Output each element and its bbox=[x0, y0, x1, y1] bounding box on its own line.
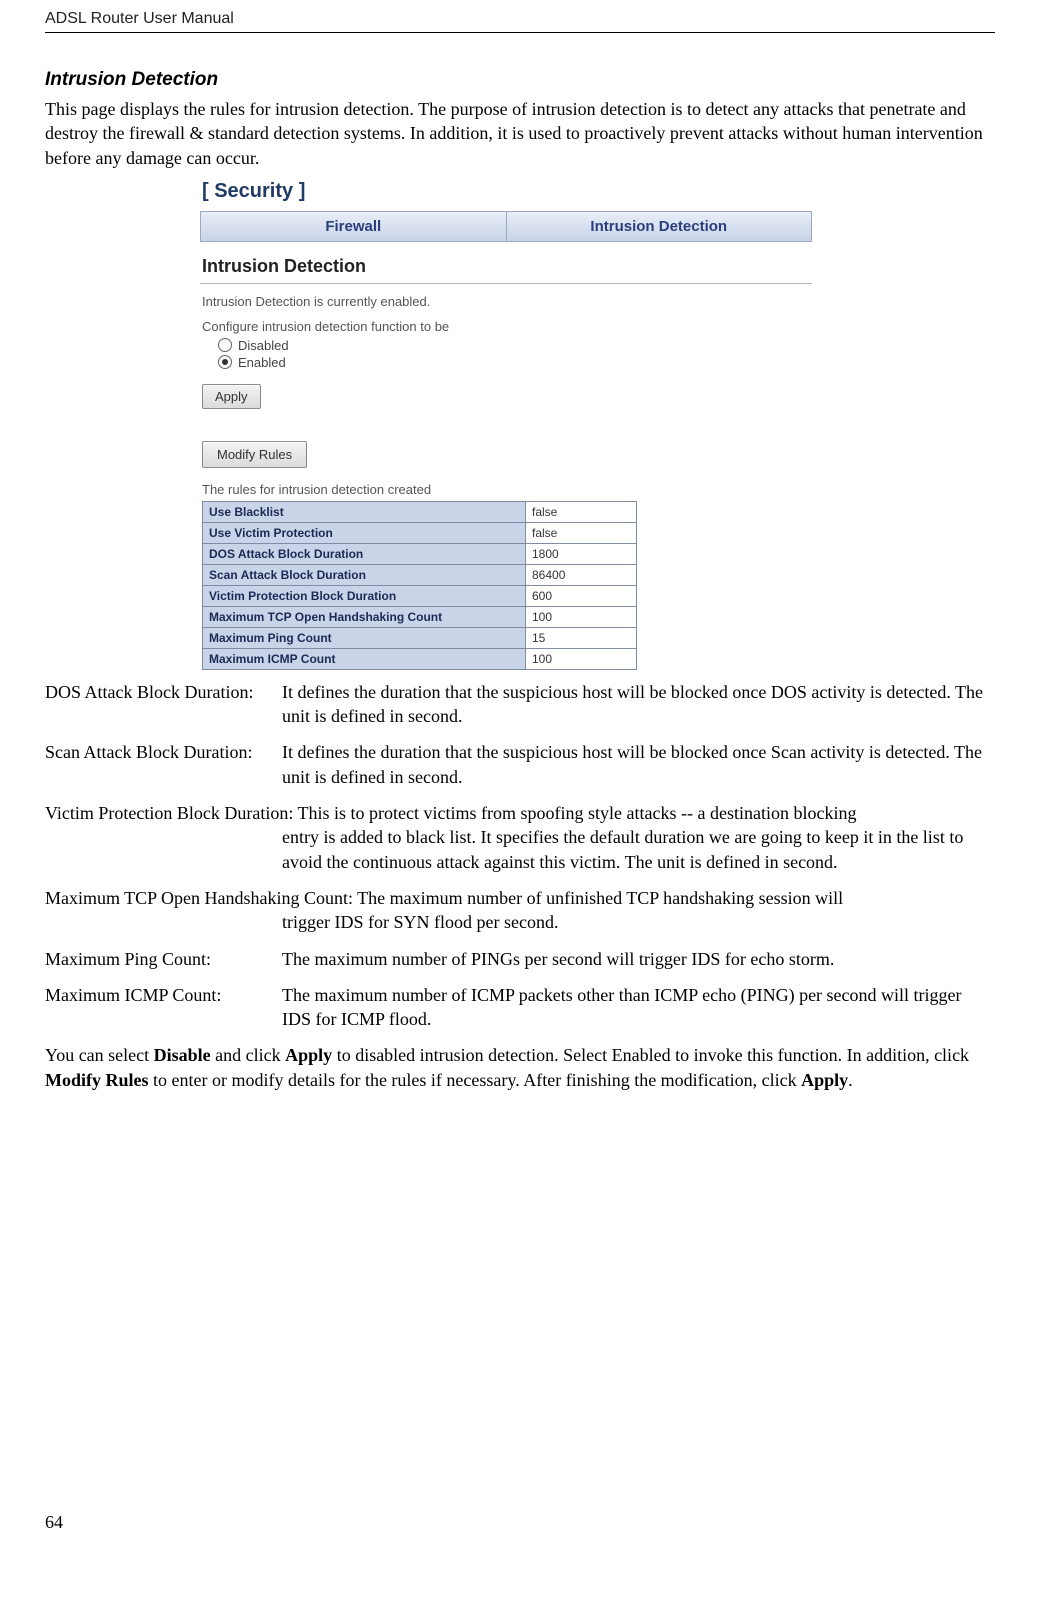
screenshot-region: [ Security ] Firewall Intrusion Detectio… bbox=[200, 176, 812, 670]
radio-enabled-row[interactable]: Enabled bbox=[218, 355, 810, 370]
definition-scan: Scan Attack Block Duration: It defines t… bbox=[45, 740, 995, 789]
definition-continuation: entry is added to black list. It specifi… bbox=[282, 825, 995, 874]
table-row: Maximum ICMP Count100 bbox=[203, 648, 637, 669]
rules-table: Use Blacklistfalse Use Victim Protection… bbox=[202, 501, 637, 670]
rule-key: Maximum Ping Count bbox=[203, 627, 526, 648]
radio-icon[interactable] bbox=[218, 338, 232, 352]
section-heading: Intrusion Detection bbox=[45, 69, 995, 91]
rule-value: 86400 bbox=[526, 564, 637, 585]
definition-desc: It defines the duration that the suspici… bbox=[282, 680, 995, 729]
radio-disabled-label: Disabled bbox=[238, 338, 289, 353]
screenshot-subheading: Intrusion Detection bbox=[200, 242, 812, 284]
rule-value: false bbox=[526, 501, 637, 522]
closing-paragraph: You can select Disable and click Apply t… bbox=[45, 1043, 995, 1092]
definition-ping: Maximum Ping Count: The maximum number o… bbox=[45, 947, 995, 971]
table-row: Maximum TCP Open Handshaking Count100 bbox=[203, 606, 637, 627]
definition-first-line: Maximum TCP Open Handshaking Count: The … bbox=[45, 888, 843, 908]
table-row: Maximum Ping Count15 bbox=[203, 627, 637, 648]
rule-key: Maximum ICMP Count bbox=[203, 648, 526, 669]
radio-icon[interactable] bbox=[218, 355, 232, 369]
definition-term: Scan Attack Block Duration: bbox=[45, 740, 282, 789]
page-number: 64 bbox=[45, 1512, 995, 1533]
table-row: Use Victim Protectionfalse bbox=[203, 522, 637, 543]
tab-bar: Firewall Intrusion Detection bbox=[200, 211, 812, 242]
tab-firewall[interactable]: Firewall bbox=[201, 212, 507, 241]
rule-value: false bbox=[526, 522, 637, 543]
rule-value: 15 bbox=[526, 627, 637, 648]
running-header: ADSL Router User Manual bbox=[45, 10, 995, 33]
rule-key: Use Victim Protection bbox=[203, 522, 526, 543]
tab-intrusion-detection[interactable]: Intrusion Detection bbox=[507, 212, 812, 241]
modify-rules-button[interactable]: Modify Rules bbox=[202, 441, 307, 468]
rule-value: 1800 bbox=[526, 543, 637, 564]
definition-desc: It defines the duration that the suspici… bbox=[282, 740, 995, 789]
radio-disabled-row[interactable]: Disabled bbox=[218, 338, 810, 353]
definition-desc: The maximum number of ICMP packets other… bbox=[282, 983, 995, 1032]
definition-victim: Victim Protection Block Duration: This i… bbox=[45, 801, 995, 874]
radio-enabled-label: Enabled bbox=[238, 355, 286, 370]
table-row: Scan Attack Block Duration86400 bbox=[203, 564, 637, 585]
definition-continuation: trigger IDS for SYN flood per second. bbox=[282, 910, 995, 934]
definition-term: Maximum ICMP Count: bbox=[45, 983, 282, 1032]
table-row: Use Blacklistfalse bbox=[203, 501, 637, 522]
status-text: Intrusion Detection is currently enabled… bbox=[202, 294, 810, 309]
screenshot-title: [ Security ] bbox=[200, 176, 812, 211]
table-row: DOS Attack Block Duration1800 bbox=[203, 543, 637, 564]
rule-value: 600 bbox=[526, 585, 637, 606]
rule-key: Maximum TCP Open Handshaking Count bbox=[203, 606, 526, 627]
config-prompt: Configure intrusion detection function t… bbox=[202, 319, 810, 334]
definition-icmp: Maximum ICMP Count: The maximum number o… bbox=[45, 983, 995, 1032]
intro-paragraph: This page displays the rules for intrusi… bbox=[45, 97, 995, 170]
definition-term: DOS Attack Block Duration: bbox=[45, 680, 282, 729]
definition-term: Maximum Ping Count: bbox=[45, 947, 282, 971]
rule-value: 100 bbox=[526, 606, 637, 627]
definition-first-line: Victim Protection Block Duration: This i… bbox=[45, 803, 856, 823]
definition-desc: The maximum number of PINGs per second w… bbox=[282, 947, 995, 971]
rule-key: Scan Attack Block Duration bbox=[203, 564, 526, 585]
definition-dos: DOS Attack Block Duration: It defines th… bbox=[45, 680, 995, 729]
apply-button[interactable]: Apply bbox=[202, 384, 261, 409]
rule-key: DOS Attack Block Duration bbox=[203, 543, 526, 564]
rule-key: Use Blacklist bbox=[203, 501, 526, 522]
table-row: Victim Protection Block Duration600 bbox=[203, 585, 637, 606]
rules-caption: The rules for intrusion detection create… bbox=[202, 482, 810, 497]
rule-key: Victim Protection Block Duration bbox=[203, 585, 526, 606]
definition-tcp: Maximum TCP Open Handshaking Count: The … bbox=[45, 886, 995, 935]
rule-value: 100 bbox=[526, 648, 637, 669]
